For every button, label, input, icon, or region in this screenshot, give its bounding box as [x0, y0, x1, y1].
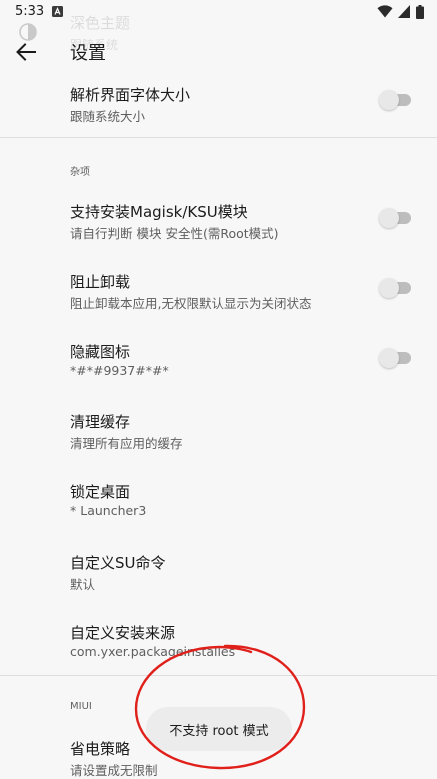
font-size-switch[interactable] [379, 90, 411, 110]
pref-custom-install-source[interactable]: 自定义安装来源 com.yxer.packageinstalles [0, 622, 437, 662]
pref-title: 解析界面字体大小 [70, 86, 191, 104]
signal-icon [398, 5, 410, 18]
status-bar: 5:33 [0, 0, 437, 26]
prevent-uninstall-switch[interactable] [379, 278, 411, 298]
divider [0, 137, 437, 138]
pref-title: 清理缓存 [70, 413, 131, 431]
hide-icon-switch[interactable] [379, 348, 411, 368]
pref-summary: 请自行判断 模块 安全性(需Root模式) [70, 226, 279, 241]
arrow-back-icon [16, 43, 36, 61]
switch-thumb [379, 90, 399, 110]
pref-font-size[interactable]: 解析界面字体大小 跟随系统大小 [0, 84, 437, 124]
pref-title: 支持安装Magisk/KSU模块 [70, 203, 248, 221]
pref-lock-launcher[interactable]: 锁定桌面 * Launcher3 [0, 481, 437, 521]
pref-title: 省电策略 [70, 740, 131, 758]
pref-summary: 清理所有应用的缓存 [70, 436, 183, 451]
toast-message: 不支持 root 模式 [146, 707, 292, 751]
pref-summary: 阻止卸载本应用,无权限默认显示为关闭状态 [70, 296, 312, 311]
page-title: 设置 [70, 43, 106, 64]
section-header-misc: 杂项 [70, 167, 90, 178]
pref-summary: *#*#9937#*#* [70, 363, 169, 378]
pref-clear-cache[interactable]: 清理缓存 清理所有应用的缓存 [0, 411, 437, 451]
pref-summary: * Launcher3 [70, 503, 147, 518]
pref-magisk-modules[interactable]: 支持安装Magisk/KSU模块 请自行判断 模块 安全性(需Root模式) [0, 201, 437, 241]
switch-thumb [379, 278, 399, 298]
pref-title: 自定义SU命令 [70, 554, 166, 572]
switch-thumb [379, 208, 399, 228]
pref-title: 阻止卸载 [70, 273, 131, 291]
switch-thumb [379, 348, 399, 368]
pref-title: 自定义安装来源 [70, 624, 176, 642]
magisk-modules-switch[interactable] [379, 208, 411, 228]
back-button[interactable] [12, 39, 40, 65]
pref-summary: 请设置成无限制 [70, 763, 158, 778]
pref-prevent-uninstall[interactable]: 阻止卸载 阻止卸载本应用,无权限默认显示为关闭状态 [0, 271, 437, 311]
battery-icon [416, 5, 424, 19]
pref-hide-icon[interactable]: 隐藏图标 *#*#9937#*#* [0, 341, 437, 381]
pref-custom-su-command[interactable]: 自定义SU命令 默认 [0, 552, 437, 592]
settings-list: 解析界面字体大小 跟随系统大小 杂项 支持安装Magisk/KSU模块 请自行判… [0, 0, 437, 778]
wifi-icon [377, 5, 393, 18]
status-time: 5:33 [15, 4, 45, 19]
pref-title: 锁定桌面 [70, 483, 131, 501]
pref-title: 隐藏图标 [70, 343, 131, 361]
a-notification-icon [52, 6, 63, 17]
divider [0, 675, 437, 676]
app-bar: 设置 [0, 26, 437, 76]
pref-summary: 默认 [70, 577, 96, 592]
section-header-miui: MIUI [70, 701, 92, 712]
pref-summary: 跟随系统大小 [70, 109, 146, 124]
pref-summary: com.yxer.packageinstalles [70, 644, 236, 659]
